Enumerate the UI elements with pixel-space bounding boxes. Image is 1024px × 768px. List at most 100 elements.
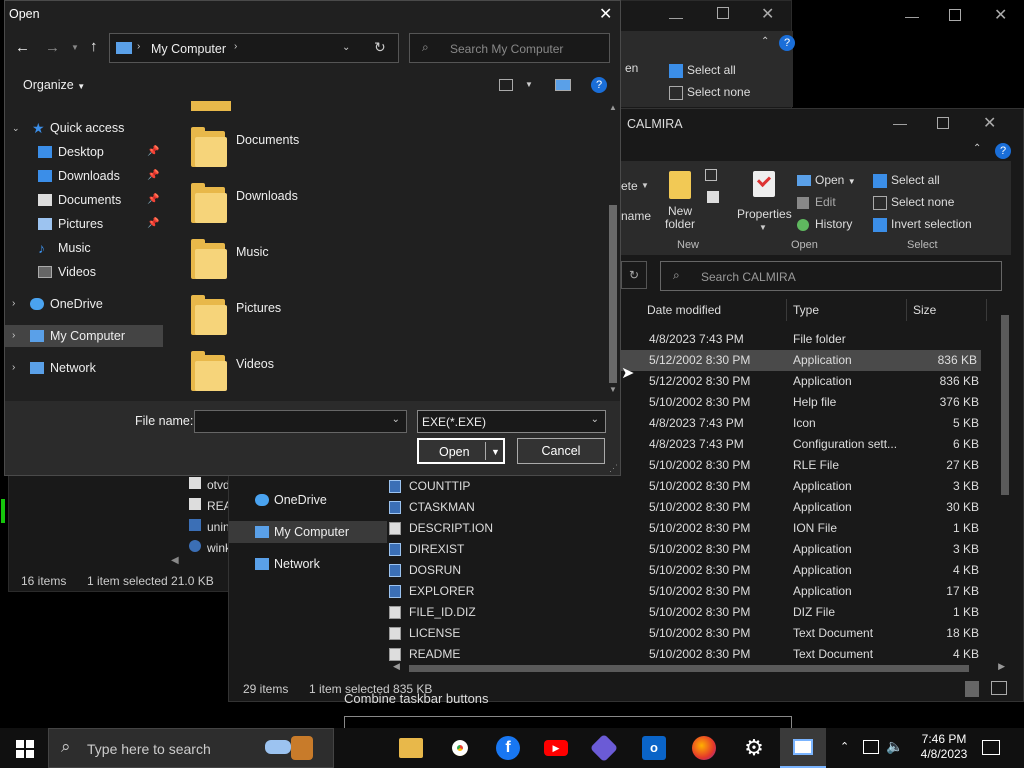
easy-access-icon[interactable] (707, 191, 719, 203)
organize-button[interactable]: Organize ▼ (23, 78, 85, 92)
select-all-button[interactable]: Select all (669, 63, 736, 78)
scroll-right-icon[interactable]: ▶ (998, 661, 1005, 672)
outlook-icon[interactable]: o (642, 736, 666, 760)
list-item[interactable]: Downloads (165, 179, 605, 227)
list-item[interactable]: otvd (189, 477, 230, 492)
start-button[interactable] (16, 740, 34, 758)
table-row[interactable]: CTASKMAN 5/10/2002 8:30 PM Application 30 K… (387, 497, 983, 518)
taskbar-search[interactable]: ⌕ Type here to search (48, 728, 334, 768)
chevron-down-icon[interactable]: ▼ (525, 80, 533, 89)
table-row[interactable]: DESCRIPT.ION 5/10/2002 8:30 PM ION File 1 K… (387, 518, 983, 539)
list-item[interactable]: wink (189, 540, 231, 555)
list-item[interactable]: Music (165, 235, 605, 283)
nav-item-quick-access[interactable]: ⌄ ★ Quick access (5, 117, 163, 139)
close-button[interactable]: ✕ (983, 113, 996, 133)
forward-button[interactable]: → (45, 39, 60, 56)
ribbon-collapse-icon[interactable]: ⌃ (973, 143, 981, 154)
scroll-left-icon[interactable]: ◀ (393, 661, 400, 672)
copilot-icon[interactable] (589, 733, 619, 763)
list-item[interactable]: Videos (165, 347, 605, 395)
edit-button[interactable]: Edit (797, 195, 836, 209)
recent-chevron-icon[interactable]: ▼ (71, 43, 79, 52)
nav-item-documents[interactable]: Documents 📌 (5, 189, 163, 211)
address-bar[interactable]: › My Computer › ⌄ ↻ (109, 33, 399, 63)
cancel-button[interactable]: Cancel (517, 438, 605, 464)
nav-item-onedrive[interactable]: › OneDrive (5, 293, 163, 315)
new-folder-button[interactable]: New folder (663, 205, 697, 231)
youtube-icon[interactable]: ▶ (544, 740, 568, 756)
search-box[interactable]: ⌕ Search CALMIRA (660, 261, 1002, 291)
delete-partial-button[interactable]: ete (621, 179, 638, 193)
pin-icon[interactable]: 📌 (147, 213, 159, 235)
select-none-button[interactable]: Select none (669, 85, 750, 100)
up-button[interactable]: ↑ (90, 38, 98, 55)
chevron-down-icon[interactable]: ▼ (491, 440, 500, 464)
table-row[interactable]: COUNTTIP 5/10/2002 8:30 PM Application 3 KB (387, 476, 983, 497)
rename-partial-button[interactable]: name (621, 209, 651, 223)
scroll-up-icon[interactable]: ▲ (609, 103, 617, 112)
restore-button[interactable] (949, 9, 961, 21)
list-item[interactable]: Pictures (165, 291, 605, 339)
scrollbar-thumb[interactable] (609, 205, 617, 383)
maximize-button[interactable] (717, 7, 729, 19)
table-row[interactable]: FILE_ID.DIZ 5/10/2002 8:30 PM DIZ File 1 KB (387, 602, 983, 623)
preview-pane-icon[interactable] (555, 79, 571, 91)
nav-item-downloads[interactable]: Downloads 📌 (5, 165, 163, 187)
help-icon[interactable]: ? (591, 77, 607, 93)
invert-selection-button[interactable]: Invert selection (873, 217, 972, 232)
minimize-button[interactable]: — (905, 8, 919, 24)
file-type-select[interactable]: EXE(*.EXE) ⌄ (417, 410, 606, 433)
open-button[interactable]: Open ▼ (797, 173, 856, 187)
help-icon[interactable]: ? (779, 35, 795, 51)
nav-item-onedrive[interactable]: OneDrive (229, 489, 387, 511)
vertical-scrollbar[interactable]: ▲ ▼ (607, 101, 619, 397)
facebook-icon[interactable]: f (496, 736, 520, 760)
open-button[interactable]: Open ▼ (417, 438, 505, 464)
firefox-icon[interactable] (692, 736, 716, 760)
resize-grip-icon[interactable]: ⋰ (609, 463, 618, 474)
search-input[interactable]: ⌕ Search My Computer (409, 33, 610, 63)
vertical-scrollbar[interactable] (999, 315, 1011, 661)
column-size[interactable]: Size (907, 299, 987, 321)
pin-icon[interactable]: 📌 (147, 189, 159, 211)
help-icon[interactable]: ? (995, 143, 1011, 159)
history-button[interactable]: History (797, 217, 852, 231)
large-icons-view-icon[interactable] (991, 681, 1007, 695)
column-date-modified[interactable]: Date modified (641, 299, 787, 321)
close-button[interactable]: ✕ (599, 4, 612, 24)
ribbon-collapse-icon[interactable]: ⌃ (761, 36, 769, 47)
view-options-icon[interactable] (499, 79, 513, 91)
nav-item-my-computer[interactable]: My Computer (229, 521, 387, 543)
show-hidden-icons[interactable]: ⌃ (840, 740, 849, 753)
notification-center-icon[interactable] (982, 740, 1000, 755)
horizontal-scrollbar[interactable]: ◀ ▶ (389, 661, 1005, 675)
breadcrumb[interactable]: My Computer (151, 42, 226, 56)
nav-item-my-computer[interactable]: › My Computer (5, 325, 163, 347)
network-tray-icon[interactable] (863, 740, 879, 754)
column-type[interactable]: Type (787, 299, 907, 321)
close-button[interactable]: ✕ (994, 5, 1007, 25)
chrome-icon[interactable] (448, 736, 472, 760)
minimize-button[interactable]: — (669, 9, 683, 25)
minimize-button[interactable]: — (893, 115, 907, 131)
pin-icon[interactable]: 📌 (147, 141, 159, 163)
active-app-button[interactable] (780, 728, 826, 768)
scroll-down-icon[interactable]: ▼ (609, 385, 617, 394)
clock[interactable]: 7:46 PM 4/8/2023 (912, 732, 976, 764)
settings-gear-icon[interactable]: ⚙ (742, 736, 766, 760)
nav-item-videos[interactable]: Videos (5, 261, 163, 283)
nav-item-music[interactable]: ♪ Music (5, 237, 163, 259)
nav-item-desktop[interactable]: Desktop 📌 (5, 141, 163, 163)
table-row[interactable]: DIREXIST 5/10/2002 8:30 PM Application 3 KB (387, 539, 983, 560)
properties-button[interactable]: Properties (737, 207, 792, 221)
pin-icon[interactable]: 📌 (147, 165, 159, 187)
refresh-button[interactable]: ↻ (621, 261, 647, 289)
table-row[interactable]: LICENSE 5/10/2002 8:30 PM Text Document 18 … (387, 623, 983, 644)
chevron-down-icon[interactable]: ⌄ (392, 414, 400, 425)
table-row[interactable]: DOSRUN 5/10/2002 8:30 PM Application 4 KB (387, 560, 983, 581)
nav-item-network[interactable]: Network (229, 553, 387, 575)
refresh-icon[interactable]: ↻ (374, 39, 386, 56)
table-row[interactable]: EXPLORER 5/10/2002 8:30 PM Application 17 K… (387, 581, 983, 602)
file-name-field[interactable]: ⌄ (194, 410, 407, 433)
select-none-button[interactable]: Select none (873, 195, 954, 210)
